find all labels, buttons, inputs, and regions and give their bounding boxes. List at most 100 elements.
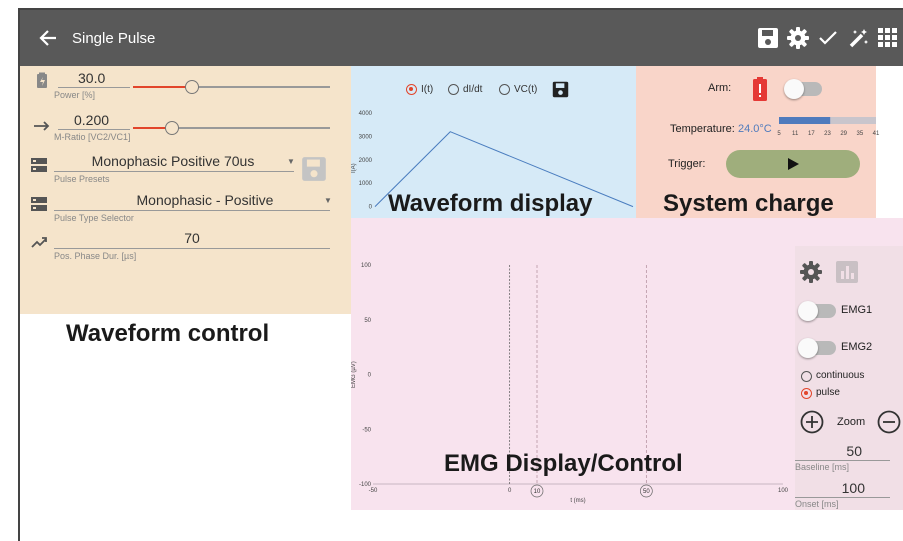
- temperature-label: Temperature:: [670, 123, 735, 135]
- power-value: 30.0: [78, 70, 106, 86]
- baseline-input[interactable]: 50: [800, 443, 862, 459]
- bar-chart-icon[interactable]: [836, 261, 858, 283]
- power-underline: [58, 87, 130, 88]
- arrow-back-icon: [39, 30, 56, 46]
- arrow-right-icon: [34, 121, 50, 131]
- confirm-button[interactable]: [813, 10, 843, 66]
- waveform-y-label: I(A): [351, 163, 357, 173]
- emg-x-label: t (ms): [570, 498, 585, 504]
- wand-button[interactable]: [843, 10, 873, 66]
- emg1-label: EMG1: [841, 304, 873, 316]
- temperature-scale-tick: 23: [824, 131, 831, 137]
- duration-underline: [54, 248, 330, 249]
- temperature-bar: 5 11 17 23 29 35 41: [777, 117, 880, 137]
- pulse-type-underline: [54, 210, 330, 211]
- temperature-value: 24.0°C: [738, 123, 772, 135]
- waveform-y-tick: 4000: [359, 111, 373, 117]
- radio-current[interactable]: [406, 84, 417, 95]
- waveform-y-tick: 3000: [359, 134, 373, 140]
- waveform-y-tick: 2000: [359, 158, 373, 164]
- ratio-caption: M-Ratio [VC2/VC1]: [54, 132, 131, 142]
- emg-y-tick: 50: [364, 318, 371, 324]
- duration-caption: Pos. Phase Dur. [µs]: [54, 251, 137, 261]
- pulse-type-dropdown[interactable]: Monophasic - Positive: [90, 192, 320, 208]
- emg-settings-button[interactable]: [800, 261, 822, 283]
- mode-continuous-label: continuous: [816, 370, 865, 381]
- storage-icon: [31, 197, 47, 211]
- preset-caption: Pulse Presets: [54, 174, 110, 184]
- onset-caption: Onset [ms]: [795, 499, 839, 509]
- mode-pulse-label: pulse: [816, 387, 840, 398]
- pulse-type-caret-icon[interactable]: ▼: [324, 196, 332, 205]
- power-slider-fill: [133, 86, 193, 88]
- back-button[interactable]: [26, 10, 70, 66]
- waveform-control-label: Waveform control: [66, 320, 270, 347]
- baseline-caption: Baseline [ms]: [795, 462, 850, 472]
- waveform-control-panel: [20, 66, 351, 314]
- save-preset-button[interactable]: [301, 156, 327, 182]
- mode-continuous-radio[interactable]: [801, 371, 812, 382]
- arm-label: Arm:: [708, 82, 732, 94]
- trigger-button[interactable]: [726, 150, 860, 178]
- emg2-label: EMG2: [841, 341, 873, 353]
- emg-y-tick: 100: [361, 263, 372, 269]
- check-icon: [819, 31, 837, 45]
- emg-x-tick: 100: [778, 488, 789, 494]
- zoom-label: Zoom: [837, 416, 866, 428]
- emg-display-label: EMG Display/Control: [444, 450, 683, 477]
- storage-icon: [31, 158, 47, 172]
- mode-pulse-radio[interactable]: [801, 388, 812, 399]
- onset-input[interactable]: 100: [800, 480, 865, 496]
- radio-didt[interactable]: [448, 84, 459, 95]
- preset-underline: [54, 171, 294, 172]
- radio-vc[interactable]: [499, 84, 510, 95]
- battery-icon: [37, 72, 47, 88]
- preset-caret-icon[interactable]: ▼: [287, 157, 295, 166]
- baseline-underline: [795, 460, 890, 461]
- emg-y-label: EMG (µV): [351, 361, 357, 388]
- battery-alert-icon: [753, 77, 767, 101]
- temperature-scale-tick: 35: [856, 131, 863, 137]
- grid-button[interactable]: [873, 10, 903, 66]
- waveform-display-label: Waveform display: [388, 190, 593, 217]
- page-title: Single Pulse: [72, 29, 156, 47]
- onset-underline: [795, 497, 890, 498]
- trending-up-icon: [31, 237, 47, 248]
- radio-vc-label: VC(t): [514, 84, 538, 95]
- toolbar-actions: [753, 10, 903, 66]
- ratio-underline: [58, 129, 130, 130]
- emg1-toggle[interactable]: [798, 301, 836, 321]
- zoom-in-button[interactable]: [800, 410, 824, 434]
- system-charge-label: System charge: [663, 190, 834, 217]
- wand-icon: [849, 29, 868, 48]
- save-button[interactable]: [753, 10, 783, 66]
- temperature-scale-tick: 5: [777, 131, 781, 137]
- waveform-y-tick: 0: [369, 205, 373, 211]
- save-waveform-button[interactable]: [552, 81, 569, 98]
- radio-current-label: I(t): [421, 84, 434, 95]
- app-bar: Single Pulse: [20, 10, 903, 66]
- ratio-value: 0.200: [74, 112, 110, 128]
- arm-toggle[interactable]: [784, 79, 822, 99]
- gear-icon: [787, 27, 809, 49]
- power-caption: Power [%]: [54, 90, 96, 100]
- waveform-y-tick: 1000: [359, 181, 373, 187]
- emg-y-tick: 0: [368, 373, 372, 379]
- emg-x-tick: 0: [508, 488, 512, 494]
- save-icon: [758, 28, 778, 48]
- zoom-out-button[interactable]: [877, 410, 901, 434]
- radio-didt-label: dI/dt: [463, 84, 483, 95]
- emg2-toggle[interactable]: [798, 338, 836, 358]
- pulse-type-caption: Pulse Type Selector: [54, 213, 134, 223]
- emg-y-tick: -50: [362, 427, 371, 433]
- temperature-scale-tick: 11: [792, 131, 799, 137]
- emg-x-tick: -50: [369, 488, 378, 494]
- preset-dropdown[interactable]: Monophasic Positive 70us: [58, 153, 288, 169]
- temperature-scale-tick: 29: [840, 131, 847, 137]
- settings-button[interactable]: [783, 10, 813, 66]
- power-slider-thumb[interactable]: [185, 80, 200, 94]
- temperature-bar-fill: [779, 117, 831, 124]
- temperature-scale-tick: 17: [808, 131, 815, 137]
- duration-input[interactable]: 70: [142, 230, 242, 246]
- emg-marker-tick: 50: [643, 489, 650, 495]
